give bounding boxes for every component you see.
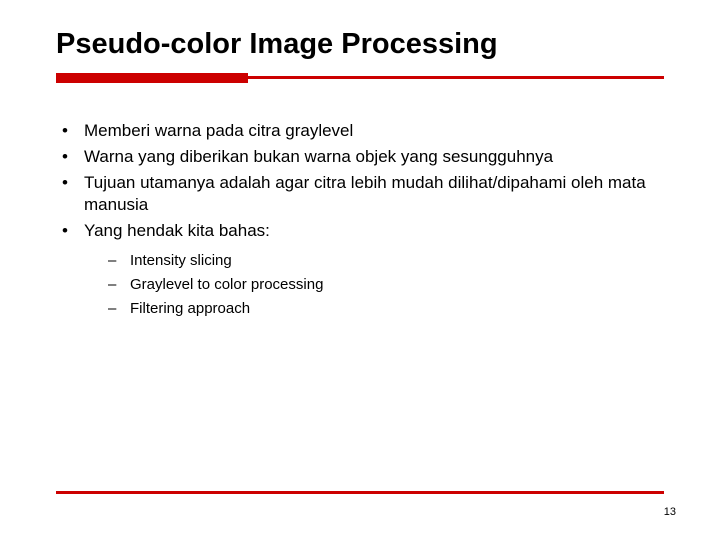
sub-bullet-text: Graylevel to color processing: [130, 276, 323, 293]
list-item: Yang hendak kita bahas: Intensity slicin…: [56, 220, 670, 319]
bullet-text: Tujuan utamanya adalah agar citra lebih …: [84, 173, 646, 214]
footer-rule: [56, 491, 664, 494]
list-item: Filtering approach: [100, 298, 670, 319]
list-item: Memberi warna pada citra graylevel: [56, 120, 670, 142]
title-block: Pseudo-color Image Processing: [56, 28, 680, 61]
sub-bullet-text: Filtering approach: [130, 300, 250, 317]
bullet-text: Memberi warna pada citra graylevel: [84, 121, 353, 140]
sub-bullet-list: Intensity slicing Graylevel to color pro…: [84, 250, 670, 319]
list-item: Intensity slicing: [100, 250, 670, 271]
page-number: 13: [664, 506, 676, 518]
content-area: Memberi warna pada citra graylevel Warna…: [56, 120, 670, 323]
slide-title: Pseudo-color Image Processing: [56, 28, 680, 61]
bullet-text: Yang hendak kita bahas:: [84, 221, 270, 240]
underline-thick: [56, 73, 248, 83]
list-item: Graylevel to color processing: [100, 274, 670, 295]
list-item: Tujuan utamanya adalah agar citra lebih …: [56, 172, 670, 216]
bullet-text: Warna yang diberikan bukan warna objek y…: [84, 147, 553, 166]
slide: Pseudo-color Image Processing Memberi wa…: [0, 0, 720, 540]
sub-bullet-text: Intensity slicing: [130, 252, 232, 269]
list-item: Warna yang diberikan bukan warna objek y…: [56, 146, 670, 168]
bullet-list: Memberi warna pada citra graylevel Warna…: [56, 120, 670, 319]
